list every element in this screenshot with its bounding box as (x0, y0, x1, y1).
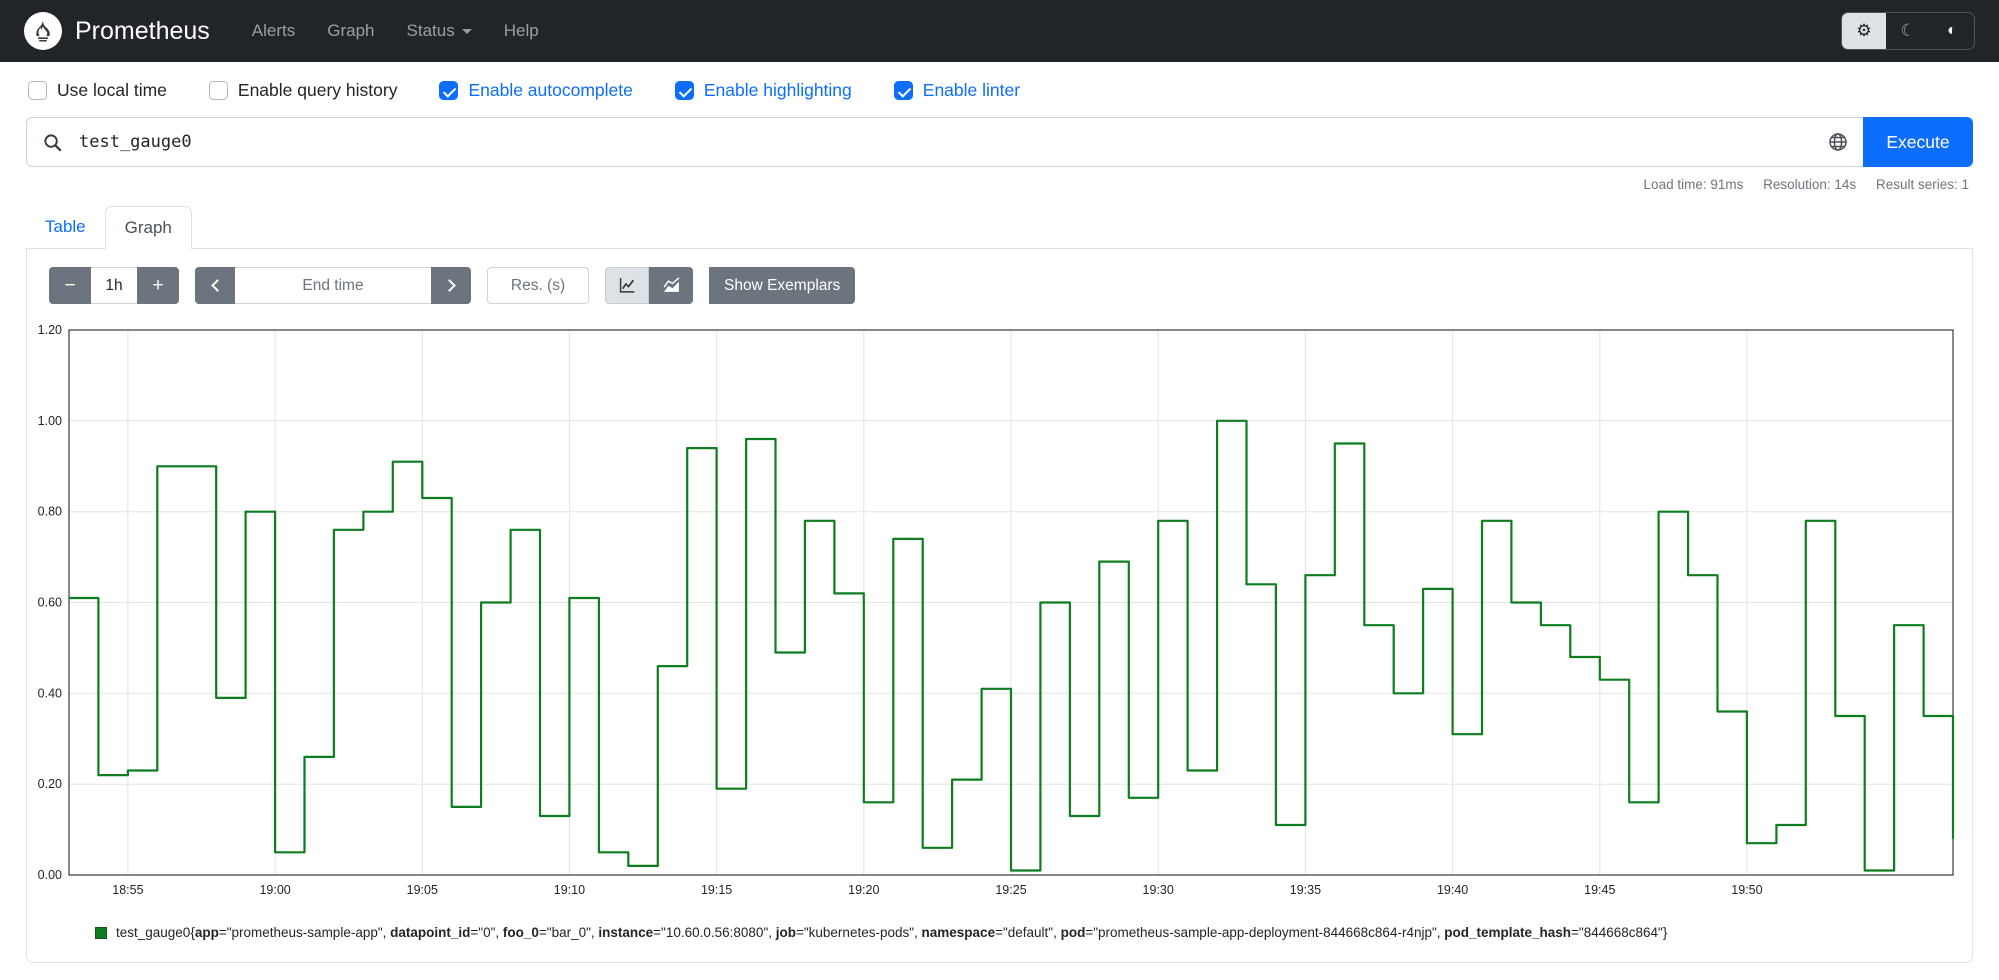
app-title: Prometheus (75, 16, 210, 45)
execute-button[interactable]: Execute (1863, 117, 1973, 167)
chart-area: 0.00 0.20 0.40 0.60 0.80 1.00 1.20 18:55 19:00 19… (33, 322, 1966, 903)
legend-swatch (95, 927, 107, 939)
flame-icon (36, 21, 50, 42)
nav-item-help[interactable]: Help (504, 21, 539, 41)
range-group: − 1h + (49, 267, 179, 304)
resolution-input[interactable] (487, 267, 589, 304)
svg-text:19:50: 19:50 (1731, 883, 1762, 897)
theme-toggle-group: ⚙ ☾ ◐ (1841, 12, 1975, 50)
svg-text:1.00: 1.00 (38, 414, 62, 428)
legend-label: test_gauge0{app="prometheus-sample-app",… (116, 925, 1668, 940)
nav-item-graph[interactable]: Graph (327, 21, 374, 41)
svg-text:1.20: 1.20 (38, 323, 62, 337)
resolution: Resolution: 14s (1763, 177, 1857, 192)
chart-type-group (605, 267, 693, 304)
svg-text:0.00: 0.00 (38, 868, 62, 882)
option-use-local-time[interactable]: Use local time (28, 80, 167, 101)
svg-text:0.80: 0.80 (38, 505, 62, 519)
contrast-icon[interactable]: ◐ (1930, 13, 1974, 49)
chevron-right-icon (442, 279, 456, 292)
svg-text:0.20: 0.20 (38, 777, 62, 791)
svg-text:19:15: 19:15 (701, 883, 732, 897)
metrics-explorer-globe-icon[interactable] (1813, 132, 1863, 152)
load-time: Load time: 91ms (1643, 177, 1744, 192)
svg-text:19:10: 19:10 (554, 883, 585, 897)
nav-item-alerts[interactable]: Alerts (252, 21, 295, 41)
navbar: Prometheus Alerts Graph Status Help ⚙ ☾ … (0, 0, 1999, 62)
gear-icon[interactable]: ⚙ (1842, 13, 1886, 49)
checkbox-unchecked[interactable] (28, 81, 47, 100)
time-forward-button[interactable] (431, 267, 471, 304)
tabs: Table Graph (26, 206, 1973, 249)
checkbox-checked[interactable] (893, 81, 913, 100)
nav-links: Alerts Graph Status Help (252, 21, 539, 41)
svg-text:19:30: 19:30 (1143, 883, 1174, 897)
svg-text:0.40: 0.40 (38, 686, 62, 700)
moon-icon[interactable]: ☾ (1886, 13, 1930, 49)
svg-text:19:45: 19:45 (1584, 883, 1615, 897)
range-increase-button[interactable]: + (137, 267, 179, 304)
option-linter[interactable]: Enable linter (893, 80, 1021, 101)
time-back-button[interactable] (195, 267, 235, 304)
svg-text:19:40: 19:40 (1437, 883, 1468, 897)
svg-text:0.60: 0.60 (38, 596, 62, 610)
svg-text:19:00: 19:00 (259, 883, 290, 897)
svg-text:19:35: 19:35 (1290, 883, 1321, 897)
end-time-input[interactable] (235, 267, 431, 304)
nav-item-status[interactable]: Status (407, 21, 472, 41)
checkbox-unchecked[interactable] (208, 81, 228, 100)
chevron-left-icon (210, 279, 224, 292)
chevron-down-icon (461, 29, 472, 35)
svg-text:19:25: 19:25 (995, 883, 1026, 897)
graph-svg[interactable]: 0.00 0.20 0.40 0.60 0.80 1.00 1.20 18:55 19:00 19… (33, 322, 1966, 903)
tab-graph[interactable]: Graph (104, 206, 192, 249)
checkbox-checked[interactable] (439, 81, 459, 100)
checkbox-checked[interactable] (674, 81, 694, 100)
stacked-chart-toggle-button[interactable] (649, 267, 693, 304)
query-input-group (26, 117, 1863, 167)
range-decrease-button[interactable]: − (49, 267, 91, 304)
legend-item[interactable]: test_gauge0{app="prometheus-sample-app",… (95, 925, 1954, 940)
line-chart-toggle-button[interactable] (605, 267, 649, 304)
query-bar: Execute (26, 117, 1973, 167)
line-chart-icon (619, 278, 634, 293)
option-label: Enable linter (922, 80, 1021, 100)
option-autocomplete[interactable]: Enable autocomplete (439, 80, 633, 101)
svg-text:19:20: 19:20 (848, 883, 879, 897)
show-exemplars-button[interactable]: Show Exemplars (709, 267, 856, 304)
result-series: Result series: 1 (1875, 177, 1969, 192)
search-icon (27, 133, 77, 152)
svg-text:18:55: 18:55 (112, 883, 143, 897)
tab-table[interactable]: Table (26, 206, 105, 248)
option-label: Enable highlighting (703, 80, 852, 100)
end-time-group (195, 267, 471, 304)
prometheus-logo-icon (24, 12, 62, 50)
graph-controls: − 1h + Show Exemplars (49, 267, 1966, 304)
option-highlighting[interactable]: Enable highlighting (674, 80, 852, 101)
stats-bar: Load time: 91ms Resolution: 14s Result s… (30, 177, 1969, 192)
option-label: Enable autocomplete (468, 80, 633, 100)
option-label: Use local time (57, 80, 167, 100)
option-query-history[interactable]: Enable query history (208, 80, 398, 101)
option-label: Enable query history (237, 80, 398, 100)
stacked-chart-icon (662, 277, 679, 292)
brand[interactable]: Prometheus (24, 12, 210, 50)
range-value[interactable]: 1h (91, 267, 137, 304)
nav-item-status-label: Status (406, 21, 455, 40)
options-bar: Use local time Enable query history Enab… (0, 62, 1999, 113)
graph-panel: − 1h + Show Exemplars 0.000.200.400.600.… (26, 249, 1973, 963)
query-expression-input[interactable] (77, 118, 1813, 166)
svg-text:19:05: 19:05 (407, 883, 438, 897)
